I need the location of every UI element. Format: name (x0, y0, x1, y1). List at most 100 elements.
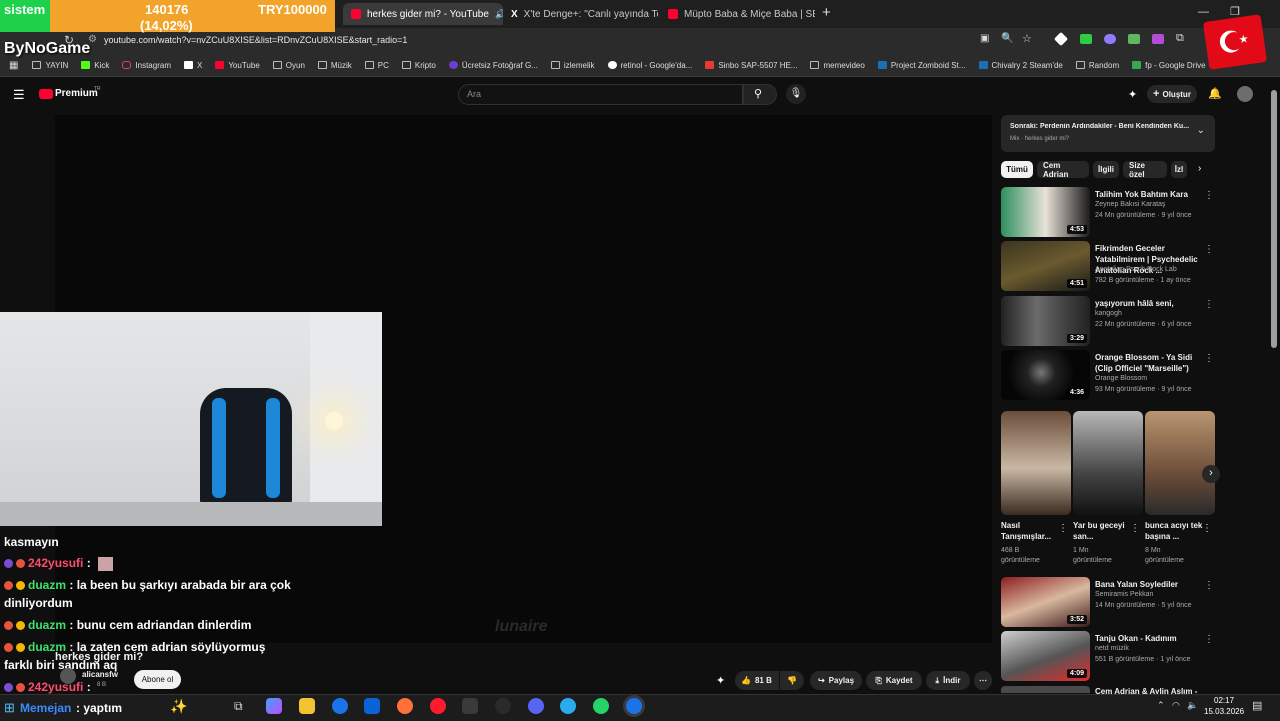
bookmark-retinol[interactable]: retinol - Google'da... (607, 61, 692, 70)
notifications-bell-icon[interactable]: 🔔 (1208, 87, 1222, 100)
new-tab-button[interactable]: + (822, 4, 831, 21)
chrome-active-icon[interactable] (626, 698, 642, 714)
windows-start-icon[interactable]: ⊞ (4, 700, 15, 716)
up-next-card[interactable]: Sonraki: Perdenin Ardındakiler - Beni Ke… (1001, 115, 1215, 152)
chevron-right-icon[interactable]: › (1198, 163, 1201, 174)
tab-youtube[interactable]: herkes gider mi? - YouTube 🔊 ✕ (343, 3, 503, 25)
more-options-icon[interactable]: ⋮ (1204, 244, 1214, 255)
hamburger-menu-icon[interactable]: ☰ (13, 87, 25, 103)
bookmark-oyun[interactable]: Oyun (272, 61, 305, 70)
apps-grid-icon[interactable]: ▦ (9, 60, 18, 71)
bookmark-ucretsiz-foto[interactable]: Ücretsiz Fotoğraf G... (448, 61, 538, 70)
list-item[interactable]: 4:09 Tanju Okan - Kadınım netd müzik 551… (1001, 631, 1216, 683)
mail-icon[interactable] (364, 698, 380, 714)
maximize-button[interactable]: ❐ (1230, 5, 1240, 18)
share-button[interactable]: ↪ Paylaş (810, 671, 862, 690)
extension-green-icon[interactable] (1080, 34, 1092, 44)
page-scrollbar[interactable] (1271, 90, 1277, 348)
bookmark-kripto[interactable]: Kripto (401, 61, 436, 70)
list-item[interactable]: 4:36 Orange Blossom - Ya Sidi (Clip Offi… (1001, 350, 1216, 402)
copilot-icon[interactable] (266, 698, 282, 714)
bookmark-star-icon[interactable]: ☆ (1022, 32, 1032, 45)
youtube-logo-icon[interactable] (39, 89, 53, 99)
download-button[interactable]: ⤓ İndir (926, 671, 970, 690)
bookmark-pc[interactable]: PC (364, 61, 389, 70)
wifi-icon[interactable]: ◠ (1172, 700, 1180, 711)
extension-purple-icon[interactable] (1104, 34, 1116, 44)
bookmark-instagram[interactable]: Instagram (122, 61, 171, 70)
more-options-icon[interactable]: ⋮ (1202, 523, 1212, 534)
chip-related[interactable]: İlgili (1093, 161, 1119, 178)
chrome-icon[interactable] (332, 698, 348, 714)
more-options-icon[interactable]: ⋮ (1058, 523, 1068, 534)
bookmark-x[interactable]: X (183, 61, 202, 70)
task-view-icon[interactable]: ⧉ (234, 699, 243, 714)
list-item[interactable]: 4:53 Talihim Yok Bahtım Kara Zeynep Bakı… (1001, 187, 1216, 239)
video-thumbnail[interactable] (1001, 686, 1090, 693)
bookmark-random[interactable]: Random (1075, 61, 1119, 70)
url-field[interactable]: youtube.com/watch?v=nvZCuU8XISE&list=RDn… (104, 35, 407, 45)
discord-icon[interactable] (528, 698, 544, 714)
youtube-premium-logo[interactable]: Premium (55, 88, 98, 99)
cast-icon[interactable]: ▣ (980, 33, 989, 44)
search-input[interactable]: Ara (458, 84, 743, 105)
save-button[interactable]: ⎘ Kaydet (866, 671, 922, 690)
widgets-sparkle-icon[interactable]: ✨ (170, 698, 187, 715)
tab-x[interactable]: X X'te Denge+: "Canlı yayında Te ✕ (503, 3, 658, 25)
bookmark-muzik[interactable]: Müzik (317, 61, 352, 70)
shorts-next-button[interactable]: › (1202, 465, 1220, 483)
chevron-down-icon[interactable]: ⌄ (1197, 125, 1205, 136)
whatsapp-icon[interactable] (593, 698, 609, 714)
more-options-icon[interactable]: ⋮ (1204, 353, 1214, 364)
more-options-icon[interactable]: ⋮ (1204, 580, 1214, 591)
tray-chevron-icon[interactable]: ⌃ (1157, 700, 1165, 711)
bookmark-chivalry[interactable]: Chivalry 2 Steam'de (978, 61, 1063, 70)
extension-magenta-icon[interactable] (1152, 34, 1164, 44)
channel-avatar[interactable] (60, 668, 76, 684)
more-options-icon[interactable]: ⋮ (1204, 634, 1214, 645)
avatar[interactable] (1237, 86, 1253, 102)
dislike-button[interactable]: 👎 (780, 671, 804, 690)
chat-username[interactable]: Memejan (20, 701, 71, 715)
app-icon[interactable] (462, 698, 478, 714)
firefox-icon[interactable] (397, 698, 413, 714)
search-button[interactable]: ⚲ (743, 84, 777, 105)
list-item[interactable]: 4:51 Fikrimden Geceler Yatabilmirem | Ps… (1001, 241, 1216, 293)
bookmark-youtube[interactable]: YouTube (215, 61, 260, 70)
bookmark-project-zomboid[interactable]: Project Zomboid St... (877, 61, 966, 70)
clock-date[interactable]: 15.03.2026 (1204, 707, 1244, 716)
bookmark-fp-drive[interactable]: fp - Google Drive (1132, 61, 1206, 70)
channel-name[interactable]: alicansfw (82, 670, 118, 679)
more-options-icon[interactable]: ⋮ (1204, 299, 1214, 310)
zoom-icon[interactable]: 🔍 (1001, 33, 1013, 44)
more-options-icon[interactable]: ⋮ (1204, 190, 1214, 201)
subscribe-button[interactable]: Abone ol (134, 670, 181, 689)
short-thumbnail[interactable] (1145, 411, 1215, 515)
chat-username[interactable]: duazm (28, 618, 66, 632)
ai-sparkle-icon[interactable]: ✦ (1128, 88, 1137, 101)
like-button[interactable]: 👍 81 B (735, 671, 779, 690)
short-thumbnail[interactable] (1073, 411, 1143, 515)
telegram-icon[interactable] (560, 698, 576, 714)
bookmark-yayin[interactable]: YAYIN (32, 61, 68, 70)
voice-search-icon[interactable]: 🎙 (786, 84, 806, 104)
file-explorer-icon[interactable] (299, 698, 315, 714)
obs-icon[interactable] (495, 698, 511, 714)
more-actions-button[interactable]: ⋯ (974, 671, 992, 690)
bookmark-izlemelik[interactable]: izlemelik (550, 61, 595, 70)
notifications-icon[interactable]: ▤ (1252, 699, 1262, 712)
tab-mupto[interactable]: Müpto Baba & Miçe Baba | SEL ✕ (660, 3, 815, 25)
extensions-puzzle-icon[interactable]: ⧉ (1176, 32, 1184, 45)
chip-all[interactable]: Tümü (1001, 161, 1033, 178)
chip-for-you[interactable]: Size özel (1123, 161, 1167, 179)
more-options-icon[interactable]: ⋮ (1130, 523, 1140, 534)
chat-username[interactable]: 242yusufi (28, 556, 83, 570)
chip-watched[interactable]: İzl (1171, 161, 1187, 178)
chat-username[interactable]: duazm (28, 578, 66, 592)
create-button[interactable]: + Oluştur (1147, 85, 1197, 103)
volume-icon[interactable]: 🔈 (1187, 700, 1198, 711)
short-thumbnail[interactable] (1001, 411, 1071, 515)
chip-cem-adrian[interactable]: Cem Adrian (1037, 161, 1089, 179)
minimize-button[interactable]: — (1198, 6, 1209, 18)
bookmark-sinbo[interactable]: Sinbo SAP-5507 HE... (705, 61, 797, 70)
